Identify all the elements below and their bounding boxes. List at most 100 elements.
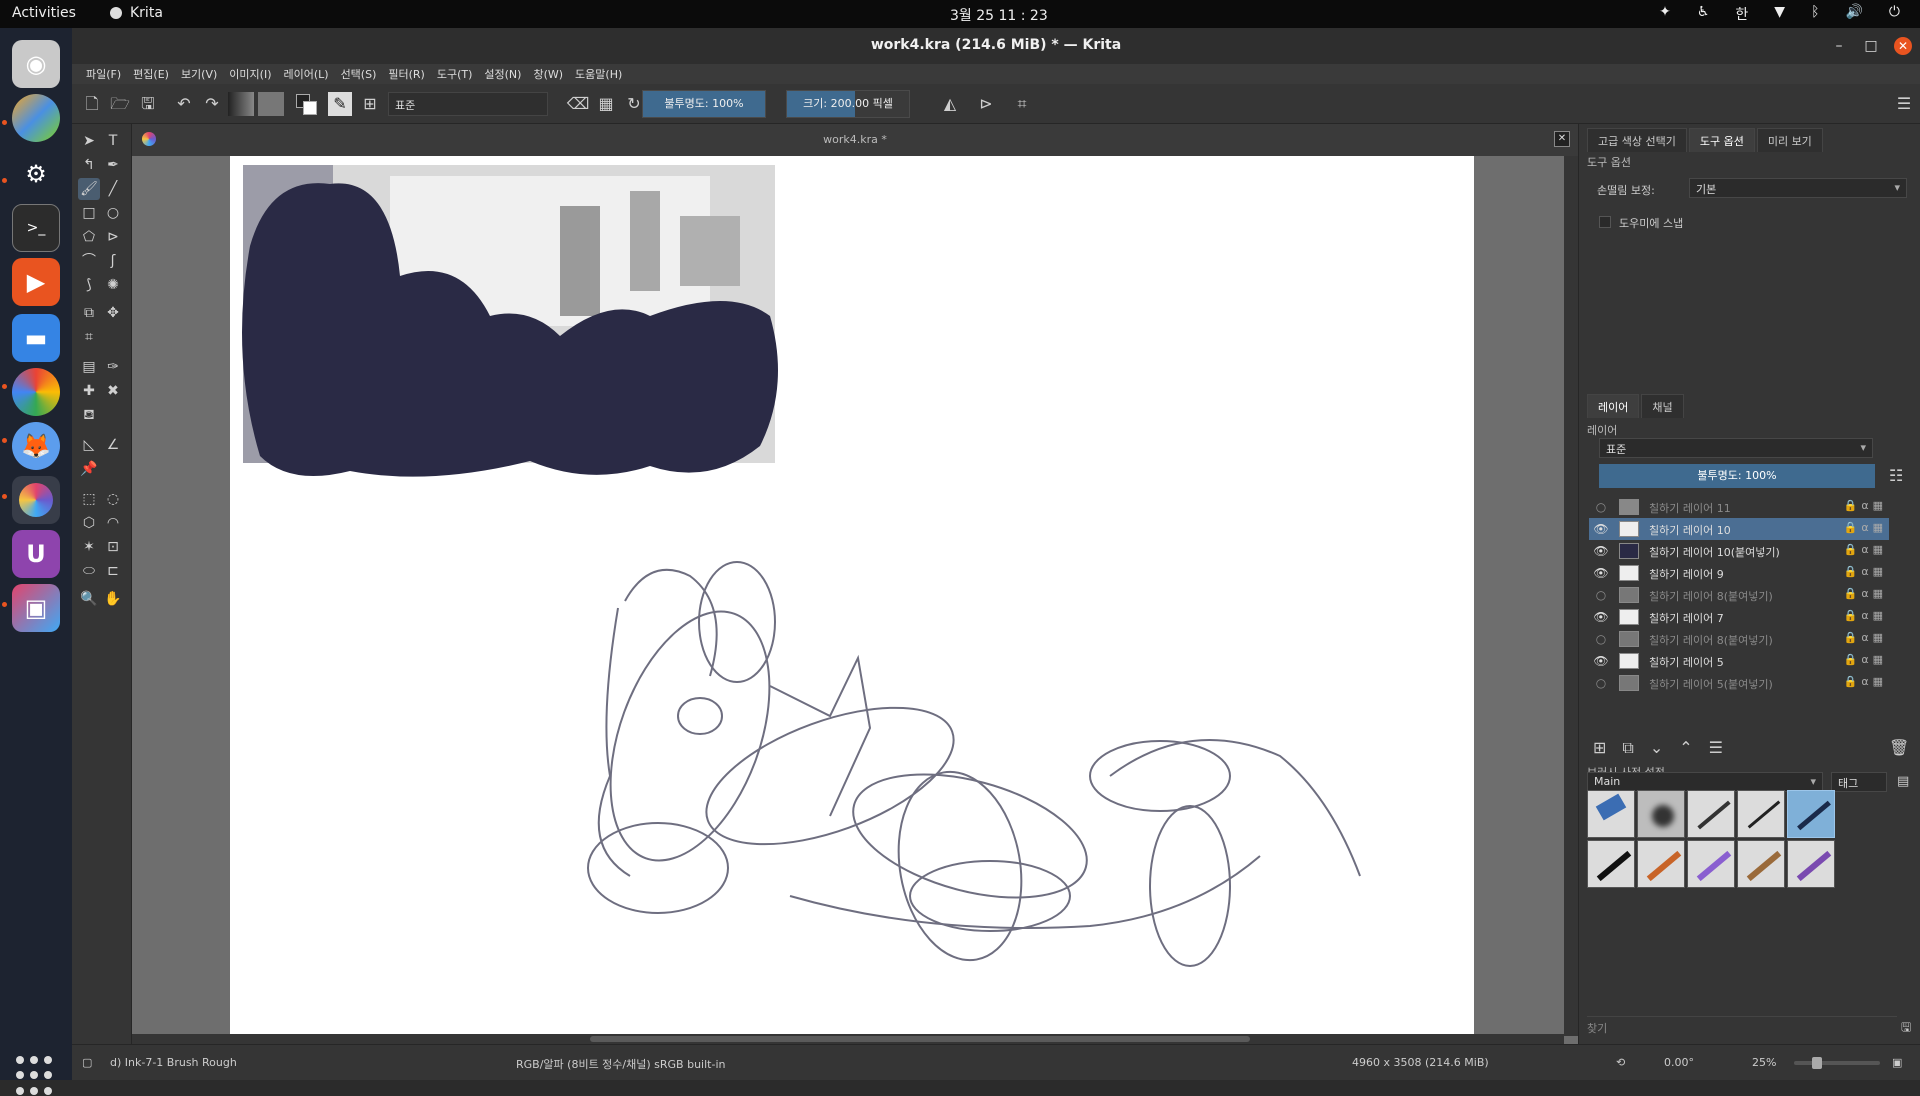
- image-dimensions[interactable]: 4960 x 3508 (214.6 MiB): [1352, 1056, 1489, 1069]
- opacity-slider[interactable]: 불투명도: 100%: [642, 90, 766, 118]
- freehand-brush-icon[interactable]: 🖌: [78, 178, 100, 200]
- document-tab[interactable]: work4.kra * ✕: [132, 124, 1578, 156]
- move-tool-icon[interactable]: ✥: [102, 302, 124, 324]
- fill-tool-icon[interactable]: ⛾: [78, 404, 100, 426]
- ellipse-tool-icon[interactable]: ○: [102, 202, 124, 224]
- duplicate-layer-icon[interactable]: ⧉: [1622, 738, 1633, 762]
- layer-flags-icons[interactable]: 🔒α▦: [1844, 631, 1887, 644]
- tab-tool-options[interactable]: 도구 옵션: [1688, 128, 1755, 152]
- color-picker-icon[interactable]: ✑: [102, 356, 124, 378]
- calligraphy-icon[interactable]: ✒: [102, 154, 124, 176]
- system-tray[interactable]: ✦ ♿ 한 ▼ ᛒ 🔊 ⏻: [1659, 4, 1900, 24]
- multibrush-icon[interactable]: ✺: [102, 274, 124, 296]
- power-icon[interactable]: ⏻: [1889, 4, 1900, 24]
- ulauncher-icon[interactable]: U: [12, 530, 60, 578]
- brush-search-save-icon[interactable]: 🖫: [1901, 1018, 1911, 1039]
- minimize-icon[interactable]: –: [1830, 37, 1848, 55]
- stabilizer-select[interactable]: 기본: [1689, 178, 1907, 198]
- brush-status-icon[interactable]: ▢: [82, 1056, 92, 1069]
- pattern-preset-icon[interactable]: [258, 92, 284, 116]
- hidden-eye-icon[interactable]: ○: [1593, 587, 1609, 603]
- brush-preset-pen[interactable]: [1737, 790, 1785, 838]
- zoom-value[interactable]: 25%: [1752, 1056, 1776, 1069]
- show-apps-icon[interactable]: [16, 1056, 56, 1096]
- visible-eye-icon[interactable]: 👁: [1593, 653, 1609, 669]
- measure-tool-icon[interactable]: ∠: [102, 434, 124, 456]
- brush-settings-grid-icon[interactable]: ⊞: [358, 92, 382, 116]
- menu-help[interactable]: 도움말(H): [569, 64, 628, 84]
- blend-mode-select[interactable]: 표준: [388, 92, 548, 116]
- visible-eye-icon[interactable]: 👁: [1593, 521, 1609, 537]
- zoom-slider-handle[interactable]: [1812, 1057, 1822, 1069]
- delete-layer-icon[interactable]: 🗑: [1889, 738, 1909, 762]
- rotation-reset-icon[interactable]: ⟲: [1616, 1056, 1625, 1069]
- chrome-icon[interactable]: [12, 368, 60, 416]
- menu-window[interactable]: 창(W): [527, 64, 569, 84]
- layer-row[interactable]: ○ 칠하기 레이어 8(붙여넣기) 🔒α▦: [1589, 628, 1889, 650]
- menu-select[interactable]: 선택(S): [335, 64, 383, 84]
- krita-icon[interactable]: [12, 476, 60, 524]
- menu-edit[interactable]: 편집(E): [127, 64, 175, 84]
- brush-preset-pencil[interactable]: [1687, 790, 1735, 838]
- move-layer-up-icon[interactable]: ⌃: [1679, 738, 1692, 762]
- brush-preset-ink-rough[interactable]: [1787, 790, 1835, 838]
- brush-preset-brush-violet[interactable]: [1787, 840, 1835, 888]
- select-shapes-icon[interactable]: ➤: [78, 130, 100, 152]
- add-layer-icon[interactable]: ⊞: [1593, 738, 1606, 762]
- brush-preset-brush-orange[interactable]: [1637, 840, 1685, 888]
- rect-select-icon[interactable]: ⬚: [78, 488, 100, 510]
- preserve-alpha-icon[interactable]: ▦: [594, 92, 618, 116]
- brush-tag-select[interactable]: Main: [1587, 772, 1823, 792]
- new-document-icon[interactable]: 🗋: [80, 92, 104, 116]
- layer-flags-icons[interactable]: 🔒α▦: [1844, 521, 1887, 534]
- zoom-tool-icon[interactable]: 🔍: [78, 588, 100, 610]
- terminal-icon[interactable]: >_: [12, 204, 60, 252]
- reference-tool-icon[interactable]: 📌: [78, 458, 100, 480]
- layer-row[interactable]: 👁 칠하기 레이어 10(붙여넣기) 🔒α▦: [1589, 540, 1889, 562]
- fg-bg-color-icon[interactable]: [294, 92, 318, 116]
- dynamic-brush-icon[interactable]: ⟆: [78, 274, 100, 296]
- mirror-vertical-icon[interactable]: ⊳: [974, 92, 998, 116]
- canvas-only-toggle-icon[interactable]: ▣: [1892, 1056, 1902, 1069]
- bluetooth-icon[interactable]: ᛒ: [1811, 4, 1819, 24]
- color-app-icon[interactable]: [12, 94, 60, 142]
- freehand-path-icon[interactable]: ʃ: [102, 250, 124, 272]
- rotation-value[interactable]: 0.00°: [1664, 1056, 1694, 1069]
- snap-assistant-checkbox[interactable]: [1599, 216, 1611, 228]
- hidden-eye-icon[interactable]: ○: [1593, 499, 1609, 515]
- move-layer-down-icon[interactable]: ⌄: [1650, 738, 1663, 762]
- similar-select-icon[interactable]: ⊡: [102, 536, 124, 558]
- layer-flags-icons[interactable]: 🔒α▦: [1844, 675, 1887, 688]
- visible-eye-icon[interactable]: 👁: [1593, 565, 1609, 581]
- color-picker-tray-icon[interactable]: ✦: [1659, 4, 1671, 24]
- visible-eye-icon[interactable]: 👁: [1593, 543, 1609, 559]
- browser-fox-icon[interactable]: 🦊: [12, 422, 60, 470]
- canvas-horizontal-scrollbar[interactable]: [132, 1034, 1564, 1044]
- bezier-tool-icon[interactable]: ⌒: [78, 250, 100, 272]
- menu-filter[interactable]: 필터(R): [382, 64, 430, 84]
- brush-preset-airbrush[interactable]: [1637, 790, 1685, 838]
- hidden-eye-icon[interactable]: ○: [1593, 675, 1609, 691]
- layer-flags-icons[interactable]: 🔒α▦: [1844, 565, 1887, 578]
- undo-icon[interactable]: ↶: [172, 92, 196, 116]
- canvas-vertical-scrollbar[interactable]: [1564, 156, 1578, 1036]
- brush-preset-icon[interactable]: ✎: [328, 92, 352, 116]
- screenshot-app-icon[interactable]: ◉: [12, 40, 60, 88]
- layer-row[interactable]: ○ 칠하기 레이어 11 🔒α▦: [1589, 496, 1889, 518]
- horizontal-scroll-thumb[interactable]: [590, 1036, 1250, 1042]
- menu-tools[interactable]: 도구(T): [431, 64, 479, 84]
- bezier-select-icon[interactable]: ⬭: [78, 560, 100, 582]
- pan-tool-icon[interactable]: ✋: [102, 588, 124, 610]
- polyline-tool-icon[interactable]: ⊳: [102, 226, 124, 248]
- gradient-preset-icon[interactable]: [228, 92, 254, 116]
- tab-layers[interactable]: 레이어: [1587, 394, 1640, 418]
- toolbar-menu-icon[interactable]: ☰: [1892, 92, 1916, 116]
- activities-button[interactable]: Activities: [12, 5, 76, 21]
- mirror-horizontal-icon[interactable]: ◭: [938, 92, 962, 116]
- polygon-tool-icon[interactable]: ⬠: [78, 226, 100, 248]
- accessibility-icon[interactable]: ♿: [1697, 4, 1710, 24]
- size-slider[interactable]: 크기: 200.00 픽셀: [786, 90, 910, 118]
- tab-overview[interactable]: 미리 보기: [1756, 128, 1823, 152]
- ellipse-select-icon[interactable]: ◌: [102, 488, 124, 510]
- files-icon[interactable]: ▬: [12, 314, 60, 362]
